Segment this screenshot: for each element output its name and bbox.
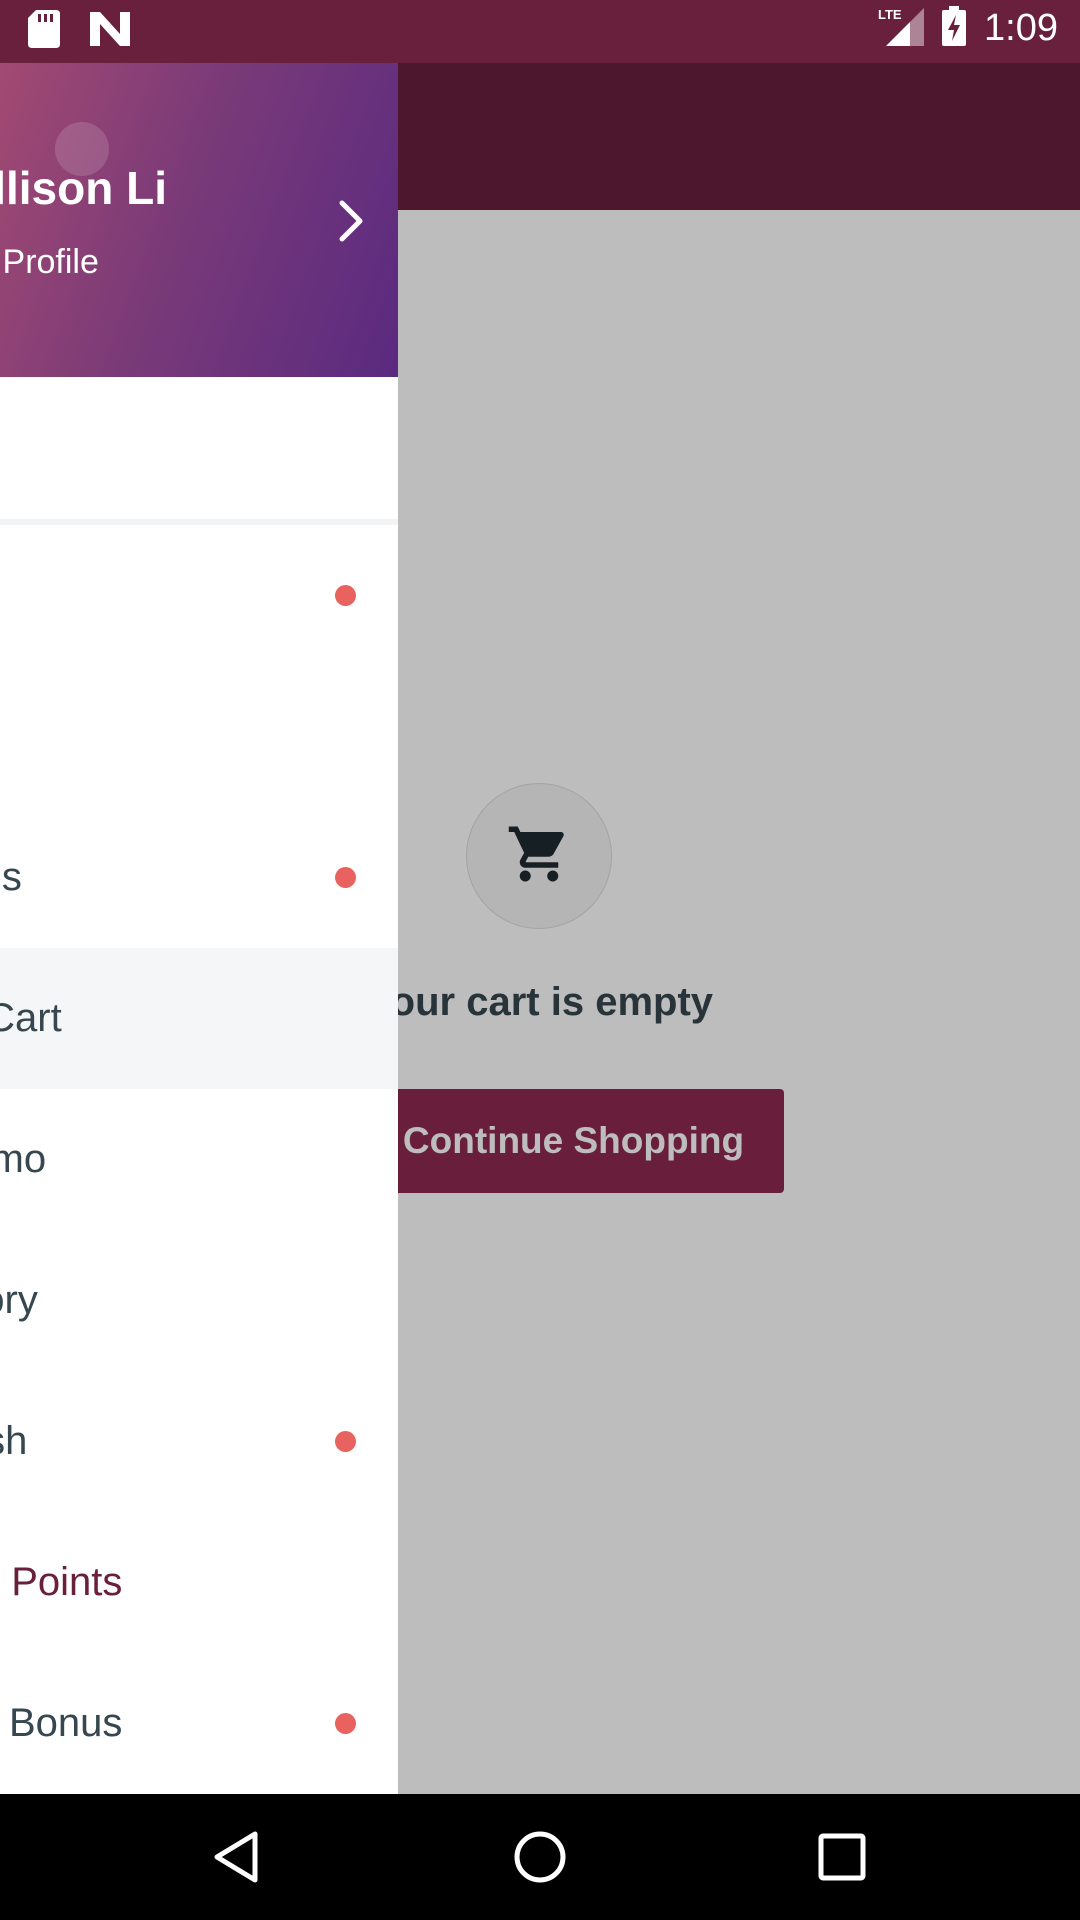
menu-item-notifications[interactable]: Notifications (0, 807, 398, 948)
system-nav-bar (0, 1794, 1080, 1920)
notification-dot (335, 1713, 356, 1734)
menu-item-order-history[interactable]: Order History (0, 1230, 398, 1371)
menu-item-1[interactable] (0, 525, 398, 666)
drawer-header[interactable]: Allison Li View Profile (0, 63, 398, 377)
menu-item-points[interactable]: 1,000 Points (0, 1512, 398, 1653)
menu-item-label: Sign-up Bonus (0, 1701, 123, 1745)
notification-dot (335, 867, 356, 888)
battery-charging-icon (942, 6, 967, 51)
menu-item-label: Order History (0, 1278, 38, 1322)
lte-signal-icon: LTE (878, 6, 925, 51)
notification-dot (335, 585, 356, 606)
svg-text:LTE: LTE (878, 7, 902, 22)
menu-item-shopping-cart[interactable]: Shopping Cart (0, 948, 398, 1089)
navigation-drawer: Allison Li View Profile Notifications Sh… (0, 63, 398, 1794)
status-time: 1:09 (984, 7, 1058, 49)
menu-item-cash[interactable]: Cash (0, 1371, 398, 1512)
menu-item-2[interactable] (0, 666, 398, 807)
drawer-spacer (0, 377, 398, 519)
menu-item-label: 1,000 Points (0, 1560, 123, 1604)
back-icon[interactable] (203, 1824, 269, 1890)
status-bar-right: LTE 1:09 (878, 6, 1058, 51)
menu-item-label: Cash (0, 1419, 28, 1463)
view-profile-link[interactable]: View Profile (0, 243, 99, 282)
menu-item-label: Add Promo (0, 1137, 47, 1181)
menu-item-label: Shopping Cart (0, 996, 62, 1040)
menu-item-add-promo[interactable]: Add Promo (0, 1089, 398, 1230)
menu-item-label: Notifications (0, 855, 22, 899)
recents-icon[interactable] (809, 1824, 875, 1890)
notification-dot (335, 1431, 356, 1452)
chevron-right-icon[interactable] (334, 197, 368, 250)
status-bar: LTE 1:09 (0, 0, 1080, 63)
status-bar-left (28, 10, 130, 53)
notification-n-icon (90, 12, 130, 51)
user-name: Allison Li (0, 162, 167, 214)
sd-card-icon (28, 10, 60, 53)
home-icon[interactable] (507, 1824, 573, 1890)
menu-item-signup-bonus[interactable]: Sign-up Bonus (0, 1653, 398, 1794)
